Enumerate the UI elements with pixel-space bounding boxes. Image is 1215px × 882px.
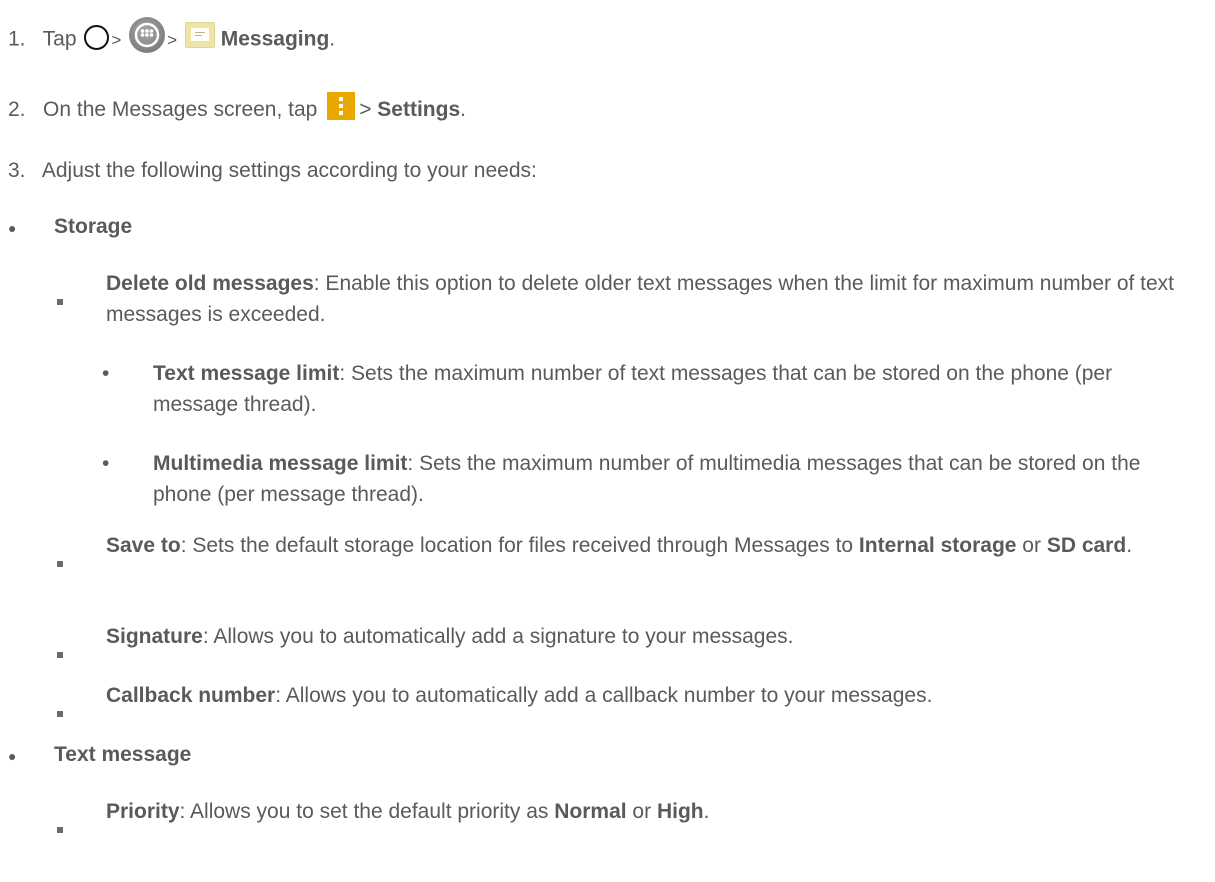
mms-limit-bullet: • (102, 452, 110, 475)
square-bullet (57, 811, 63, 842)
text-message-title: Text message (54, 743, 192, 766)
signature-item: Signature: Allows you to automatically a… (106, 621, 794, 652)
step-2-number: 2. (8, 98, 26, 121)
step-1: 1. Tap > > Messaging. (8, 17, 336, 58)
step-3: 3. Adjust the following settings accordi… (8, 155, 537, 186)
square-bullet (57, 283, 63, 314)
priority-period: . (703, 800, 710, 823)
multimedia-message-limit-label: Multimedia message limit (153, 452, 408, 475)
apps-icon (129, 17, 166, 53)
messaging-app-name: Messaging (220, 27, 330, 51)
internal-storage-option: Internal storage (858, 534, 1017, 557)
settings-label: Settings (377, 98, 461, 121)
signature-desc: : Allows you to automatically add a sign… (202, 625, 794, 648)
step-2-text: On the Messages screen, tap (43, 98, 318, 121)
callback-number-item: Callback number: Allows you to automatic… (106, 680, 932, 711)
priority-label: Priority (106, 800, 180, 823)
step-3-number: 3. (8, 159, 26, 182)
text-limit-bullet: • (102, 362, 110, 385)
delete-old-messages-label: Delete old messages (106, 272, 314, 295)
step-1-number: 1. (8, 27, 26, 51)
step-2-period: . (460, 98, 466, 121)
delete-old-messages-item: Delete old messages: Enable this option … (106, 268, 1176, 330)
home-icon (84, 24, 110, 50)
normal-option: Normal (554, 800, 627, 823)
priority-or: or (626, 800, 657, 823)
text-message-heading: Text message (54, 739, 191, 770)
text-message-bullet: ● (8, 748, 17, 764)
save-to-or: or (1016, 534, 1047, 557)
storage-title: Storage (54, 215, 133, 238)
multimedia-message-limit-item: Multimedia message limit: Sets the maxim… (153, 448, 1198, 510)
save-to-label: Save to (106, 534, 181, 557)
square-bullet (57, 545, 63, 576)
storage-bullet: ● (8, 220, 17, 236)
sd-card-option: SD card (1046, 534, 1127, 557)
signature-label: Signature (106, 625, 203, 648)
step-1-separator: > (111, 30, 122, 50)
storage-heading: Storage (54, 211, 132, 242)
menu-icon (327, 92, 356, 121)
high-option: High (656, 800, 704, 823)
document-page: 1. Tap > > Messaging. 2. On the Messages… (0, 0, 1215, 882)
callback-number-label: Callback number (106, 684, 276, 707)
priority-item: Priority: Allows you to set the default … (106, 796, 709, 827)
save-to-desc: : Sets the default storage location for … (180, 534, 859, 557)
step-1-separator-2: > (167, 30, 178, 50)
step-3-text: Adjust the following settings according … (41, 159, 537, 182)
square-bullet (57, 695, 63, 726)
priority-desc: : Allows you to set the default priority… (179, 800, 555, 823)
step-1-period: . (329, 27, 336, 51)
save-to-item: Save to: Sets the default storage locati… (106, 530, 1176, 561)
square-bullet (57, 636, 63, 667)
callback-number-desc: : Allows you to automatically add a call… (275, 684, 933, 707)
step-2-separator: > (359, 98, 372, 121)
step-1-tap: Tap (42, 27, 77, 51)
text-message-limit-label: Text message limit (153, 362, 340, 385)
step-2: 2. On the Messages screen, tap > Setting… (8, 92, 466, 125)
messaging-icon (184, 22, 215, 48)
text-message-limit-item: Text message limit: Sets the maximum num… (153, 358, 1193, 420)
save-to-period: . (1126, 534, 1133, 557)
